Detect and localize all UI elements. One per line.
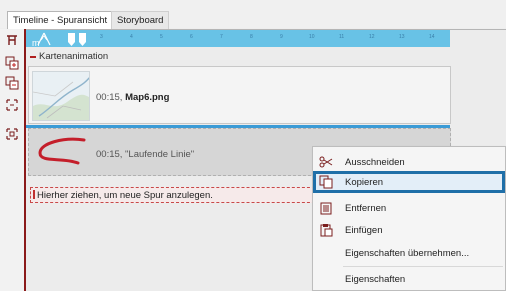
line-track-label: 00:15, "Laufende Linie" bbox=[96, 149, 195, 160]
collapse-track-icon[interactable] bbox=[5, 127, 19, 141]
ruler-tick: 8 bbox=[250, 34, 253, 40]
image-track-label: 00:15, Map6.png bbox=[96, 92, 169, 103]
ruler-tick: 4 bbox=[130, 34, 133, 40]
menu-item-label: Kopieren bbox=[345, 177, 384, 188]
trash-icon bbox=[319, 201, 333, 215]
menu-item-ausschneiden[interactable]: Ausschneiden bbox=[313, 151, 505, 173]
map-thumbnail bbox=[32, 71, 90, 121]
chapter-marker-icon[interactable] bbox=[34, 31, 54, 47]
ruler-tick: 6 bbox=[190, 34, 193, 40]
copy-icon bbox=[319, 175, 333, 189]
image-track[interactable] bbox=[28, 66, 451, 124]
drop-zone-label: Hierher ziehen, um neue Spur anzulegen. bbox=[37, 190, 213, 201]
ruler-tick: 3 bbox=[100, 34, 103, 40]
menu-item-kopieren[interactable]: Kopieren bbox=[313, 171, 505, 193]
context-menu: Ausschneiden Kopieren Entfernen Einfügen… bbox=[312, 146, 506, 291]
menu-item-label: Einfügen bbox=[345, 225, 383, 236]
line-curve-icon bbox=[34, 135, 90, 171]
ruler-tick: 10 bbox=[309, 34, 315, 40]
ruler-tick: 5 bbox=[160, 34, 163, 40]
marker-tool-icon[interactable] bbox=[5, 33, 19, 47]
menu-item-label: Ausschneiden bbox=[345, 157, 405, 168]
ruler-tick: 7 bbox=[220, 34, 223, 40]
remove-track-icon[interactable] bbox=[5, 76, 19, 90]
ruler-tick: 14 bbox=[429, 34, 435, 40]
range-marker-icon[interactable] bbox=[66, 32, 88, 47]
menu-item-eigenschaften-uebernehmen[interactable]: Eigenschaften übernehmen... bbox=[313, 242, 505, 264]
menu-item-entfernen[interactable]: Entfernen bbox=[313, 197, 505, 219]
collapse-group-icon[interactable] bbox=[30, 56, 36, 58]
expand-track-icon[interactable] bbox=[5, 98, 19, 112]
menu-item-label: Eigenschaften übernehmen... bbox=[345, 248, 470, 259]
track-group-title: Kartenanimation bbox=[39, 51, 109, 62]
image-duration: 00:15, bbox=[96, 92, 123, 103]
add-track-icon[interactable] bbox=[5, 56, 19, 70]
ruler-tick: 12 bbox=[369, 34, 375, 40]
drop-zone-marker bbox=[33, 190, 35, 199]
playhead-line[interactable] bbox=[24, 29, 26, 291]
timeline-ruler[interactable]: m 1 2 3 4 5 6 7 8 9 10 11 12 13 14 bbox=[26, 30, 450, 48]
scissors-icon bbox=[319, 155, 333, 169]
menu-item-einfuegen[interactable]: Einfügen bbox=[313, 219, 505, 241]
ruler-tick: 11 bbox=[339, 34, 345, 40]
tab-storyboard[interactable]: Storyboard bbox=[111, 11, 170, 29]
menu-item-label: Eigenschaften bbox=[345, 274, 406, 285]
menu-item-label: Entfernen bbox=[345, 203, 387, 214]
image-filename: Map6.png bbox=[125, 92, 170, 103]
tab-timeline-spuransicht[interactable]: Timeline - Spuransicht bbox=[7, 11, 114, 30]
paste-icon bbox=[319, 223, 333, 237]
ruler-tick: 13 bbox=[399, 34, 405, 40]
menu-item-eigenschaften[interactable]: Eigenschaften bbox=[313, 268, 505, 290]
menu-separator bbox=[343, 266, 503, 267]
ruler-tick: 9 bbox=[280, 34, 283, 40]
